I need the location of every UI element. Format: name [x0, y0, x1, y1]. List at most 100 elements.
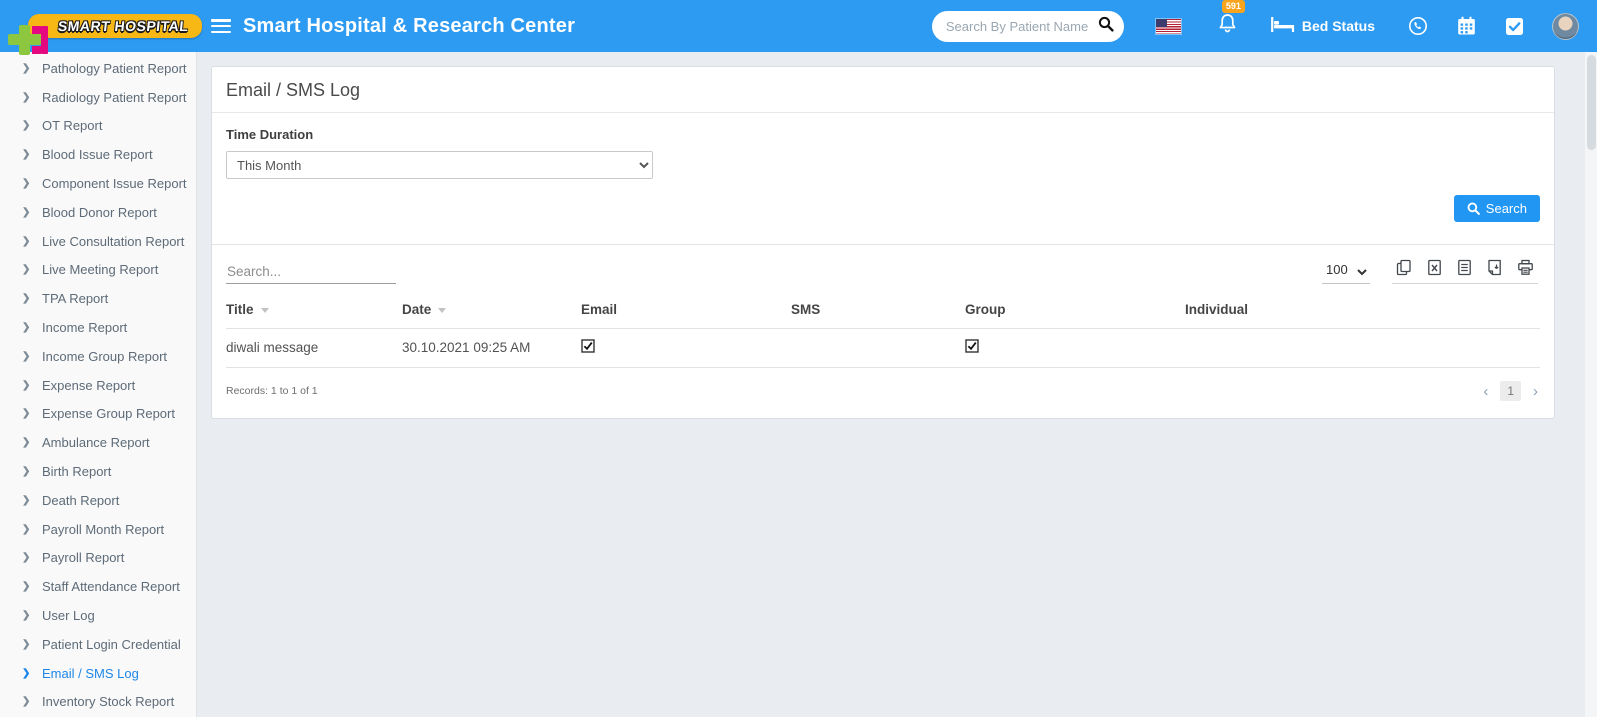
cell-sms: [791, 328, 965, 368]
chevron-right-icon: ❯: [22, 264, 31, 276]
sidebar-item-live-consultation-report[interactable]: ❯ Live Consultation Report: [0, 227, 196, 256]
tasks-icon[interactable]: [1505, 17, 1524, 36]
chevron-right-icon: ❯: [22, 149, 31, 161]
search-icon[interactable]: [1098, 16, 1114, 37]
chevron-right-icon: ❯: [22, 523, 31, 535]
search-button[interactable]: Search: [1453, 195, 1540, 222]
sidebar-item-email-sms-log[interactable]: ❯ Email / SMS Log: [0, 659, 196, 688]
pagination: ‹ 1 ›: [1481, 381, 1540, 401]
sidebar-item-tpa-report[interactable]: ❯ TPA Report: [0, 284, 196, 313]
chevron-right-icon: ❯: [22, 178, 31, 190]
chevron-right-icon: ❯: [22, 408, 31, 420]
page-size-select[interactable]: 100: [1322, 261, 1370, 284]
sidebar-nav: ❯ Pathology Patient Report ❯ Radiology Pat…: [0, 52, 197, 717]
sidebar-item-blood-donor-report[interactable]: ❯ Blood Donor Report: [0, 198, 196, 227]
column-header-date[interactable]: Date: [402, 290, 581, 329]
table-filter-input[interactable]: [226, 262, 396, 284]
chevron-right-icon: ❯: [22, 379, 31, 391]
sidebar-item-payroll-report[interactable]: ❯ Payroll Report: [0, 544, 196, 573]
cell-title: diwali message: [226, 328, 402, 368]
bed-status-label: Bed Status: [1301, 18, 1375, 34]
next-page-icon[interactable]: ›: [1531, 384, 1540, 399]
excel-icon[interactable]: [1427, 259, 1442, 276]
chevron-right-icon: ❯: [22, 322, 31, 334]
sidebar-item-staff-attendance-report[interactable]: ❯ Staff Attendance Report: [0, 572, 196, 601]
bed-icon: [1270, 17, 1295, 35]
chevron-right-icon: ❯: [22, 120, 31, 132]
sort-icon: [438, 307, 447, 313]
sidebar-item-income-group-report[interactable]: ❯ Income Group Report: [0, 342, 196, 371]
chevron-right-icon: ❯: [22, 610, 31, 622]
top-header: SMART HOSPITAL Smart Hospital & Research…: [0, 0, 1597, 55]
records-count: Records: 1 to 1 of 1: [226, 385, 318, 397]
sidebar-item-component-issue-report[interactable]: ❯ Component Issue Report: [0, 169, 196, 198]
chevron-right-icon: ❯: [22, 667, 31, 679]
sidebar-item-payroll-month-report[interactable]: ❯ Payroll Month Report: [0, 515, 196, 544]
bed-status-button[interactable]: Bed Status: [1270, 17, 1375, 35]
chevron-right-icon: ❯: [22, 581, 31, 593]
chevron-right-icon: ❯: [22, 552, 31, 564]
column-header-group[interactable]: Group: [965, 290, 1185, 329]
sort-icon: [260, 307, 269, 313]
logo-cross-icon: [8, 25, 48, 55]
page-title: Email / SMS Log: [212, 67, 1554, 113]
chevron-right-icon: ❯: [22, 494, 31, 506]
patient-search-input[interactable]: [945, 18, 1098, 34]
sidebar-item-expense-group-report[interactable]: ❯ Expense Group Report: [0, 400, 196, 429]
copy-icon[interactable]: [1396, 259, 1412, 276]
whatsapp-icon[interactable]: [1408, 16, 1428, 36]
chevron-right-icon: ❯: [22, 91, 31, 103]
chevron-right-icon: ❯: [22, 206, 31, 218]
table-row: diwali message 30.10.2021 09:25 AM: [226, 328, 1540, 368]
calendar-icon[interactable]: [1457, 16, 1476, 36]
notification-count-badge: 591: [1221, 0, 1245, 13]
column-header-email[interactable]: Email: [581, 290, 791, 329]
sidebar-item-inventory-stock-report[interactable]: ❯ Inventory Stock Report: [0, 688, 196, 717]
cell-email: [581, 328, 791, 368]
sidebar-item-ambulance-report[interactable]: ❯ Ambulance Report: [0, 428, 196, 457]
sidebar-item-live-meeting-report[interactable]: ❯ Live Meeting Report: [0, 256, 196, 285]
menu-toggle-icon[interactable]: [211, 19, 231, 33]
time-duration-select[interactable]: This Month: [226, 151, 653, 179]
cell-individual: [1185, 328, 1540, 368]
chevron-right-icon: ❯: [22, 293, 31, 305]
notifications-button[interactable]: 591: [1218, 0, 1245, 39]
main-content: Email / SMS Log Time Duration This Month…: [197, 52, 1597, 717]
column-header-sms[interactable]: SMS: [791, 290, 965, 329]
sidebar-item-blood-issue-report[interactable]: ❯ Blood Issue Report: [0, 140, 196, 169]
sidebar-item-user-log[interactable]: ❯ User Log: [0, 601, 196, 630]
prev-page-icon[interactable]: ‹: [1481, 384, 1490, 399]
chevron-right-icon: ❯: [22, 696, 31, 708]
sidebar-item-patient-login-credential[interactable]: ❯ Patient Login Credential: [0, 630, 196, 659]
chevron-right-icon: ❯: [22, 638, 31, 650]
sidebar-item-income-report[interactable]: ❯ Income Report: [0, 313, 196, 342]
user-avatar[interactable]: [1552, 12, 1579, 40]
language-flag-icon[interactable]: [1155, 18, 1181, 34]
sidebar-item-ot-report[interactable]: ❯ OT Report: [0, 112, 196, 141]
time-duration-label: Time Duration: [226, 127, 314, 142]
vertical-scrollbar[interactable]: [1585, 52, 1597, 717]
bell-icon: [1218, 13, 1237, 39]
patient-search-box[interactable]: [931, 10, 1124, 42]
checkbox-checked-icon: [965, 339, 979, 353]
text-file-icon[interactable]: [1457, 259, 1472, 276]
column-header-individual[interactable]: Individual: [1185, 290, 1540, 329]
sidebar-item-expense-report[interactable]: ❯ Expense Report: [0, 371, 196, 400]
page-number[interactable]: 1: [1500, 381, 1521, 401]
logo-badge: SMART HOSPITAL: [28, 14, 203, 38]
sidebar-item-birth-report[interactable]: ❯ Birth Report: [0, 457, 196, 486]
logo-text: SMART HOSPITAL: [57, 18, 190, 34]
sidebar-item-radiology-patient-report[interactable]: ❯ Radiology Patient Report: [0, 83, 196, 112]
scrollbar-thumb[interactable]: [1586, 55, 1596, 150]
export-toolbar: [1392, 259, 1538, 284]
cell-date: 30.10.2021 09:25 AM: [402, 328, 581, 368]
sidebar-item-pathology-patient-report[interactable]: ❯ Pathology Patient Report: [0, 54, 196, 83]
app-logo: SMART HOSPITAL: [0, 14, 203, 55]
print-icon[interactable]: [1517, 259, 1534, 276]
chevron-right-icon: ❯: [22, 235, 31, 247]
chevron-right-icon: ❯: [22, 466, 31, 478]
sidebar-item-death-report[interactable]: ❯ Death Report: [0, 486, 196, 515]
chevron-right-icon: ❯: [22, 350, 31, 362]
pdf-icon[interactable]: [1487, 259, 1502, 276]
column-header-title[interactable]: Title: [226, 290, 402, 329]
